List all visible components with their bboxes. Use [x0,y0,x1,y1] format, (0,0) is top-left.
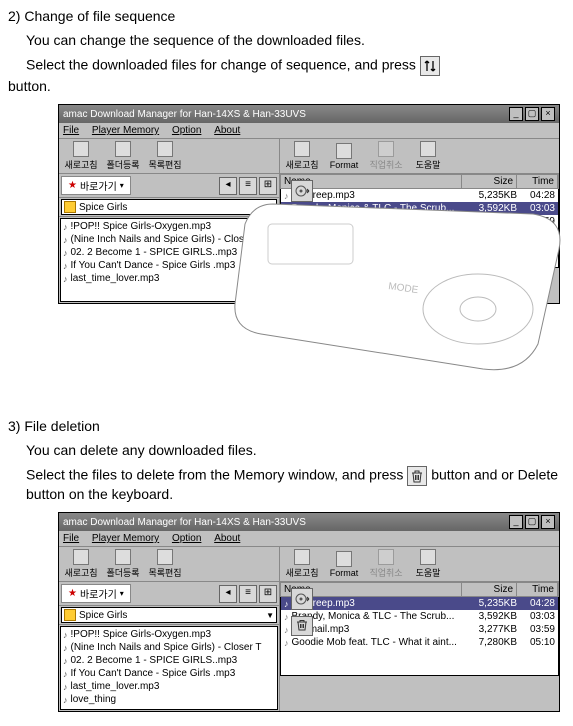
left-file-item[interactable]: (Nine Inch Nails and Spice Girls) - Clos… [61,233,277,246]
menubar: File Player Memory Option About [59,531,559,547]
folder-dropdown[interactable]: Spice Girls▼ [61,199,277,215]
right-grid[interactable]: 12 Creep.mp35,235KB04:28Brandy, Monica &… [280,597,559,676]
minimize-button[interactable]: _ [509,107,523,121]
left-tool-register[interactable]: 폴더등록 [103,548,143,580]
right-tool-3[interactable]: 도움말 [408,548,448,580]
menu-option[interactable]: Option [172,125,201,136]
transfer-column: ↑↓ [291,180,313,228]
grid-row[interactable]: Brandy, Monica & TLC - The Scrub...3,592… [281,202,558,215]
left-file-item[interactable]: last_time_lover.mp3 [61,272,277,285]
left-file-item[interactable]: last_time_lover.mp3 [61,680,277,693]
section2-p1: You can delete any downloaded files. [26,442,565,458]
maximize-button[interactable]: ▢ [525,107,539,121]
view-list-button[interactable]: ≡ [239,585,257,603]
left-pane: 새로고침 폴더등록 목록편집 ★바로가기▾ ◂ ≡ ⊞ Spice Girls▼… [59,547,280,711]
transfer-right-button[interactable] [291,588,313,610]
delete-button[interactable] [291,616,313,636]
close-button[interactable]: × [541,107,555,121]
left-file-item[interactable]: !POP!! Spice Girls-Oxygen.mp3 [61,628,277,641]
section1-p1: You can change the sequence of the downl… [26,32,565,48]
left-file-list[interactable]: !POP!! Spice Girls-Oxygen.mp3(Nine Inch … [60,218,278,302]
titlebar: amac Download Manager for Han-14XS & Han… [59,513,559,531]
trash-icon [407,466,427,486]
left-file-item[interactable]: (Nine Inch Nails and Spice Girls) - Clos… [61,641,277,654]
right-tool-1[interactable]: Format [324,142,364,171]
close-button[interactable]: × [541,515,555,529]
left-file-item[interactable]: !POP!! Spice Girls-Oxygen.mp3 [61,220,277,233]
section1-p2a: Select the downloaded files for change o… [26,57,420,73]
reorder-icon [420,56,440,76]
left-file-list[interactable]: !POP!! Spice Girls-Oxygen.mp3(Nine Inch … [60,626,278,710]
minimize-button[interactable]: _ [509,515,523,529]
right-grid[interactable]: 12 Creep.mp35,235KB04:28Brandy, Monica &… [280,189,559,268]
grid-row[interactable]: 12 Creep.mp35,235KB04:28 [281,189,558,202]
right-tool-2[interactable]: 직업취소 [366,140,406,172]
nav-back-button[interactable]: ◂ [219,177,237,195]
left-tool-register[interactable]: 폴더등록 [103,140,143,172]
right-tool-1[interactable]: Format [324,550,364,579]
menu-option[interactable]: Option [172,533,201,544]
right-tool-2[interactable]: 직업취소 [366,548,406,580]
right-tool-0[interactable]: 새로고침 [282,548,322,580]
titlebar: amac Download Manager for Han-14XS & Han… [59,105,559,123]
left-file-item[interactable]: 02. 2 Become 1 - SPICE GIRLS..mp3 [61,654,277,667]
menu-file[interactable]: File [63,125,79,136]
view-tree-button[interactable]: ⊞ [259,177,277,195]
location-label[interactable]: ★바로가기▾ [61,584,131,603]
grid-row[interactable]: Goodie Mob feat. TLC - What it aint...7,… [281,636,558,649]
grid-row[interactable]: Fanmail.mp33,277KB03:59 [281,623,558,636]
left-tool-refresh[interactable]: 새로고침 [61,548,101,580]
left-file-item[interactable]: 02. 2 Become 1 - SPICE GIRLS..mp3 [61,246,277,259]
app-window-1: amac Download Manager for Han-14XS & Han… [58,104,560,304]
right-tool-0[interactable]: 새로고침 [282,140,322,172]
left-file-item[interactable]: If You Can't Dance - Spice Girls .mp3 [61,667,277,680]
menu-about[interactable]: About [214,533,240,544]
left-tool-edit[interactable]: 목록편집 [145,140,185,172]
section-title-2: 3) File deletion [8,418,565,434]
view-list-button[interactable]: ≡ [239,177,257,195]
menu-file[interactable]: File [63,533,79,544]
menu-player-memory[interactable]: Player Memory [92,125,159,136]
menu-player-memory[interactable]: Player Memory [92,533,159,544]
right-pane: 새로고침 Format 직업취소 도움말 Name Size Time 12 C… [280,139,559,303]
left-tool-refresh[interactable]: 새로고침 [61,140,101,172]
figure-1-wrap: amac Download Manager for Han-14XS & Han… [8,104,568,304]
menu-about[interactable]: About [214,125,240,136]
menubar: File Player Memory Option About [59,123,559,139]
right-tool-3[interactable]: 도움말 [408,140,448,172]
maximize-button[interactable]: ▢ [525,515,539,529]
transfer-column [291,588,313,636]
app-title: amac Download Manager for Han-14XS & Han… [63,517,306,528]
left-pane: 새로고침 폴더등록 목록편집 ★바로가기▾ ◂ ≡ ⊞ Spice Girls▼… [59,139,280,303]
section2-p2a: Select the files to delete from the Memo… [26,467,407,483]
left-file-item[interactable]: love_thing [61,693,277,706]
grid-headers: Name Size Time [280,174,559,189]
section-title-1: 2) Change of file sequence [8,8,565,24]
app-title: amac Download Manager for Han-14XS & Han… [63,109,306,120]
view-tree-button[interactable]: ⊞ [259,585,277,603]
folder-dropdown[interactable]: Spice Girls▼ [61,607,277,623]
grid-row[interactable]: Brandy, Monica & TLC - The Scrub...3,592… [281,610,558,623]
right-pane: 새로고침 Format 직업취소 도움말 Name Size Time 12 C… [280,547,559,711]
grid-row[interactable]: Fanmail.mp33,277KB03:59 [281,215,558,228]
grid-row[interactable]: Goodie Mob feat. TLC - What it aint...7,… [281,228,558,241]
left-tool-edit[interactable]: 목록편집 [145,548,185,580]
grid-row[interactable]: 12 Creep.mp35,235KB04:28 [281,597,558,610]
app-window-2: amac Download Manager for Han-14XS & Han… [58,512,560,712]
transfer-right-button[interactable] [291,180,313,202]
left-file-item[interactable]: If You Can't Dance - Spice Girls .mp3 [61,259,277,272]
location-label[interactable]: ★바로가기▾ [61,176,131,195]
reorder-button[interactable]: ↑↓ [291,208,313,228]
nav-back-button[interactable]: ◂ [219,585,237,603]
grid-headers: Name Size Time [280,582,559,597]
section1-p2b: button. [8,78,51,94]
